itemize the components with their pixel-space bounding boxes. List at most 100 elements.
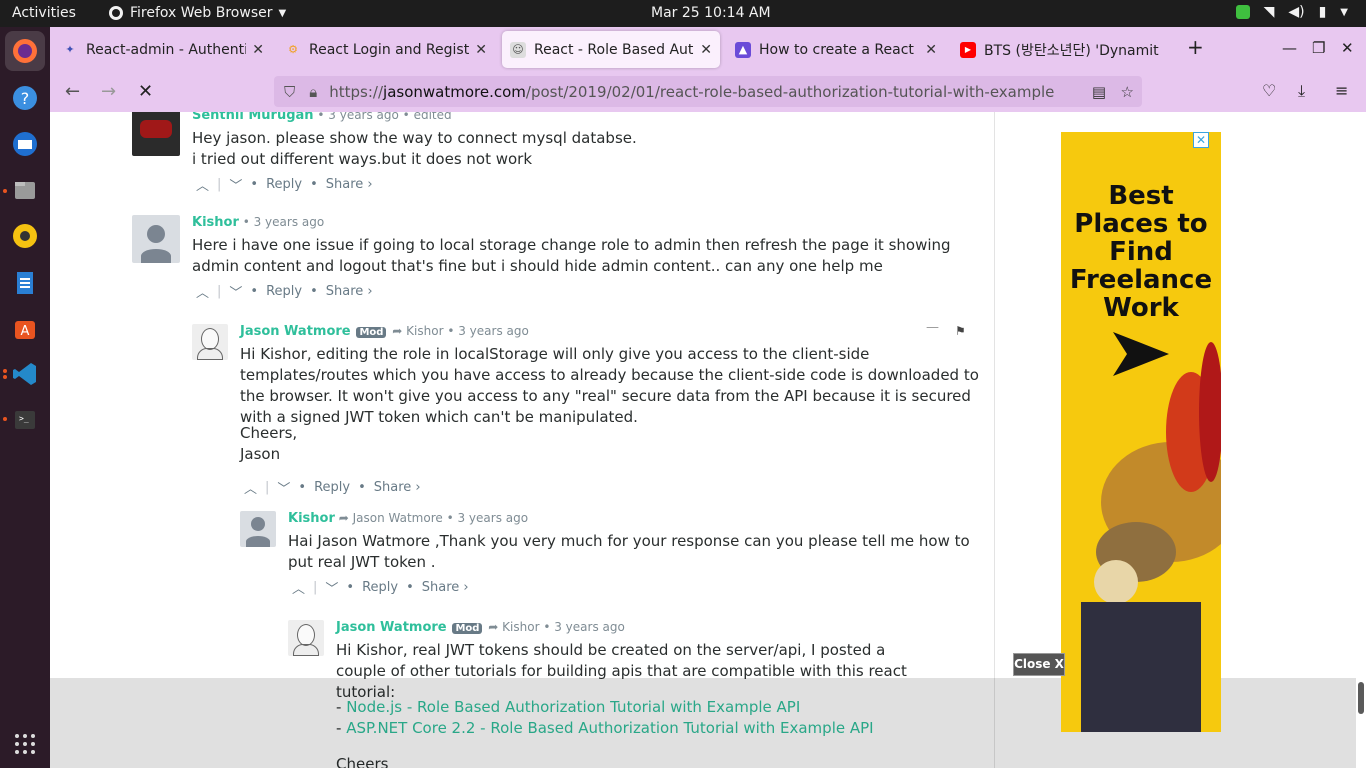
bullet: • [250, 284, 259, 299]
comment-header: Kishor ➦ Jason Watmore • 3 years ago [288, 511, 528, 526]
reader-view-icon[interactable]: ▤ [1092, 83, 1106, 101]
tab-react-admin[interactable]: ✦ React-admin - Authentica ✕ [54, 31, 272, 68]
separator: | [265, 480, 270, 495]
url-scheme: https:// [329, 82, 384, 101]
share-button[interactable]: Share › [374, 480, 421, 495]
upvote-icon[interactable]: ︿ [244, 478, 257, 497]
collapse-icon[interactable]: — [926, 320, 939, 335]
close-tab-icon[interactable]: ✕ [252, 42, 264, 58]
dock-files[interactable] [5, 170, 45, 210]
upvote-icon[interactable]: ︿ [196, 175, 209, 194]
advertisement[interactable]: Best Places to Find Freelance Work [1061, 132, 1221, 732]
tab-title: React Login and Registrat [309, 41, 470, 58]
comment-meta: • 3 years ago [543, 620, 625, 634]
reply-button[interactable]: Reply [266, 284, 302, 299]
dock-vscode[interactable] [5, 354, 45, 394]
share-button[interactable]: Share › [326, 177, 373, 192]
avatar[interactable] [240, 511, 276, 547]
bookmark-star-icon[interactable]: ☆ [1121, 83, 1134, 101]
comment-author[interactable]: Senthil Murugan [192, 112, 314, 123]
comment-author[interactable]: Jason Watmore [240, 324, 351, 339]
pocket-icon[interactable]: ♡ [1262, 81, 1276, 100]
svg-text:?: ? [21, 89, 30, 108]
reply-arrow-icon: ➦ [338, 511, 349, 525]
software-icon: A [15, 321, 35, 339]
app-menu[interactable]: Firefox Web Browser ▼ [108, 5, 286, 21]
dock-firefox[interactable] [5, 31, 45, 71]
tab-youtube-bts[interactable]: ▶ BTS (방탄소년단) 'Dynamit [952, 31, 1170, 68]
lock-icon[interactable]: 🔒︎ [309, 83, 317, 101]
separator: | [217, 284, 222, 299]
dock-software[interactable]: A [5, 309, 45, 349]
downvote-icon[interactable]: ﹀ [229, 282, 242, 301]
dock-thunderbird[interactable] [5, 124, 45, 164]
close-tab-icon[interactable]: ✕ [925, 42, 937, 58]
reply-to[interactable]: Kishor [502, 620, 539, 634]
tab-title: React-admin - Authentica [86, 41, 247, 58]
ad-close-icon[interactable]: ✕ [1193, 132, 1209, 148]
tab-role-based-auth[interactable]: ☺ React - Role Based Autho ✕ [502, 31, 720, 68]
react-login-favicon: ⚙ [288, 43, 298, 56]
grid-icon [15, 734, 35, 754]
files-icon [15, 182, 35, 199]
thunderbird-icon [13, 132, 37, 156]
close-tab-icon[interactable]: ✕ [475, 42, 487, 58]
tab-title: React - Role Based Autho [534, 41, 695, 58]
downloads-icon[interactable]: ⤓ [1298, 81, 1305, 101]
avatar[interactable] [132, 112, 180, 156]
writer-icon [17, 272, 33, 294]
scrollbar-thumb[interactable] [1358, 682, 1364, 714]
separator: | [217, 177, 222, 192]
url-text: https://jasonwatmore.com/post/2019/02/01… [329, 83, 1054, 101]
dock-help[interactable]: ? [5, 78, 45, 118]
comment-line: Hey jason. please show the way to connec… [192, 129, 637, 147]
ad-close-button[interactable]: Close X [1013, 653, 1065, 676]
reply-button[interactable]: Reply [314, 480, 350, 495]
new-tab-button[interactable]: + [1187, 35, 1204, 59]
back-button[interactable]: ← [65, 81, 80, 102]
reply-button[interactable]: Reply [266, 177, 302, 192]
reply-to[interactable]: Jason Watmore [353, 511, 443, 525]
clock[interactable]: Mar 25 10:14 AM [651, 5, 771, 21]
system-tray[interactable]: ◥ ◀) ▮ ▼ [1235, 4, 1348, 20]
dock-writer[interactable] [5, 263, 45, 303]
close-window-button[interactable]: ✕ [1341, 39, 1354, 57]
react-admin-favicon: ✦ [65, 43, 75, 56]
show-applications-button[interactable] [5, 724, 45, 764]
stop-loading-button[interactable]: ✕ [138, 81, 153, 102]
downvote-icon[interactable]: ﹀ [277, 478, 290, 497]
close-tab-icon[interactable]: ✕ [700, 42, 712, 58]
upvote-icon[interactable]: ︿ [196, 282, 209, 301]
share-button[interactable]: Share › [326, 284, 373, 299]
share-button[interactable]: Share › [422, 580, 469, 595]
avatar[interactable] [192, 324, 228, 360]
svg-text:>_: >_ [19, 414, 29, 423]
flag-icon[interactable]: ⚑ [955, 324, 966, 338]
comment-author[interactable]: Kishor [192, 215, 239, 230]
url-bar[interactable]: ⛉ 🔒︎ https://jasonwatmore.com/post/2019/… [274, 76, 1142, 107]
reply-to[interactable]: Kishor [406, 324, 443, 338]
dock-rhythmbox[interactable] [5, 216, 45, 256]
bullet: • [310, 284, 318, 299]
tab-react-login[interactable]: ⚙ React Login and Registrat ✕ [277, 31, 495, 68]
upvote-icon[interactable]: ︿ [292, 578, 305, 597]
reply-button[interactable]: Reply [362, 580, 398, 595]
system-top-bar: Activities Firefox Web Browser ▼ Mar 25 … [0, 0, 1366, 27]
downvote-icon[interactable]: ﹀ [325, 578, 338, 597]
tab-react-admin-create[interactable]: ▲ How to create a React ad ✕ [727, 31, 945, 68]
menu-icon[interactable]: ≡ [1335, 81, 1348, 100]
comment-signoff: Cheers, [240, 424, 298, 442]
comment-author[interactable]: Kishor [288, 511, 335, 526]
comment-body: Hai Jason Watmore ,Thank you very much f… [288, 532, 970, 571]
shield-icon[interactable]: ⛉ [284, 83, 295, 101]
minimize-button[interactable]: — [1282, 39, 1297, 57]
update-icon [1235, 5, 1250, 19]
comment-author[interactable]: Jason Watmore [336, 620, 447, 635]
activities-button[interactable]: Activities [12, 5, 76, 21]
avatar[interactable] [288, 620, 324, 656]
dock-terminal[interactable]: >_ [5, 400, 45, 440]
maximize-button[interactable]: ❐ [1312, 39, 1325, 57]
downvote-icon[interactable]: ﹀ [229, 175, 242, 194]
forward-button[interactable]: → [101, 81, 116, 102]
avatar[interactable] [132, 215, 180, 263]
